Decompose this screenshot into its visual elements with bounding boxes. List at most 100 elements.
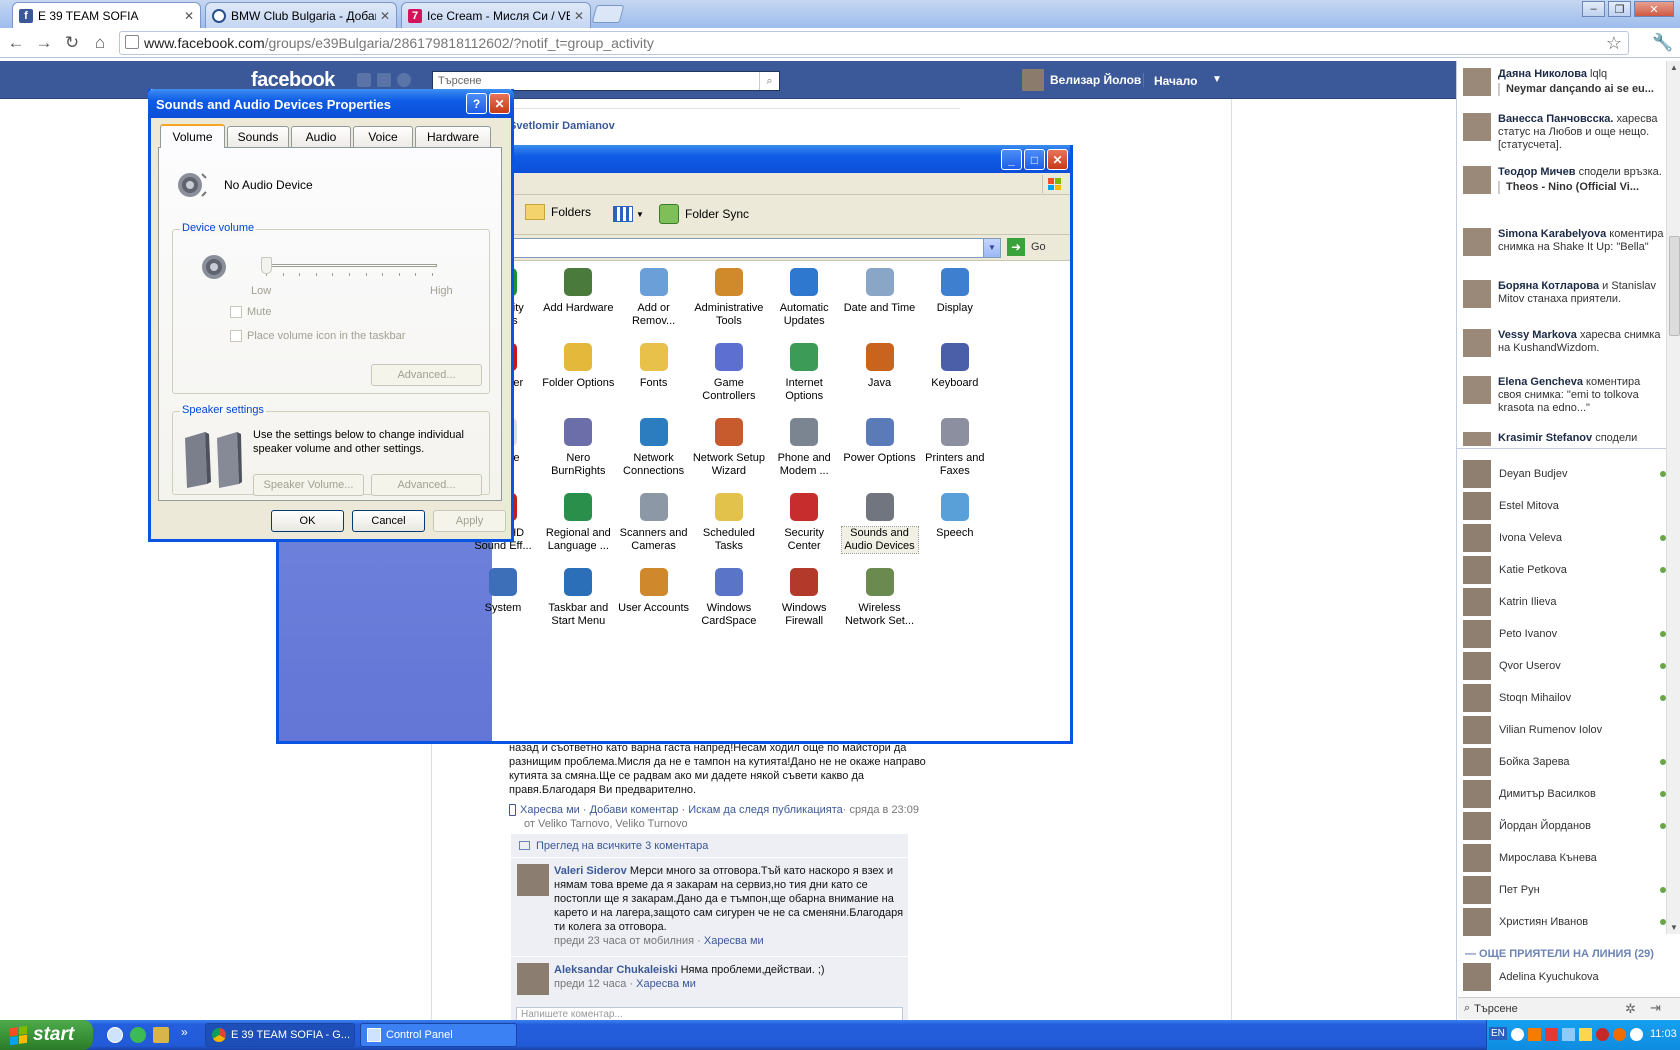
ticker-scrollbar[interactable]: ▲ ▼ bbox=[1666, 61, 1680, 934]
ticker-actor[interactable]: Ванесса Панчовсска. bbox=[1498, 113, 1613, 125]
comment-author[interactable]: Aleksandar Chukaleiski bbox=[554, 964, 678, 976]
tray-icon[interactable] bbox=[1528, 1028, 1541, 1041]
scroll-down-icon[interactable]: ▼ bbox=[1670, 923, 1678, 932]
chat-friend[interactable]: Qvor Userov bbox=[1463, 651, 1666, 681]
chat-friend[interactable]: Димитър Василков bbox=[1463, 779, 1666, 809]
chat-search-input[interactable]: ⌕ Търсене ✲ ⇥ bbox=[1458, 997, 1680, 1019]
cp-item[interactable]: Windows CardSpace bbox=[691, 565, 767, 628]
tray-icon[interactable] bbox=[1596, 1028, 1609, 1041]
browser-tab-bmw-club[interactable]: BMW Club Bulgaria - Добави с ✕ bbox=[205, 2, 397, 28]
cp-item[interactable]: System bbox=[465, 565, 541, 615]
avatar[interactable] bbox=[517, 963, 549, 995]
scroll-up-icon[interactable]: ▲ bbox=[1670, 63, 1678, 72]
tray-icon[interactable] bbox=[1562, 1028, 1575, 1041]
chat-friend[interactable]: Бойка Зарева bbox=[1463, 747, 1666, 777]
mute-checkbox[interactable]: Mute bbox=[230, 306, 271, 318]
tray-icon[interactable] bbox=[1545, 1028, 1558, 1041]
tab-volume[interactable]: Volume bbox=[160, 124, 225, 148]
folder-sync-button[interactable]: Folder Sync bbox=[659, 204, 749, 224]
start-button[interactable]: start bbox=[0, 1020, 93, 1050]
close-icon[interactable]: ✕ bbox=[489, 93, 510, 114]
cp-item[interactable]: Display bbox=[917, 265, 993, 315]
cp-item[interactable]: Add Hardware bbox=[540, 265, 616, 315]
volume-slider-thumb[interactable] bbox=[261, 257, 272, 274]
cp-item[interactable]: User Accounts bbox=[616, 565, 692, 615]
popout-chat-icon[interactable]: ⇥ bbox=[1650, 1000, 1661, 1016]
address-bar[interactable]: www.facebook.com/groups/e39Bulgaria/2861… bbox=[119, 31, 1629, 55]
taskbar-item-control-panel[interactable]: Control Panel bbox=[360, 1023, 517, 1047]
ticker-story[interactable]: Elena Gencheva коментира своя снимка: "e… bbox=[1463, 376, 1666, 415]
go-button[interactable]: ➜ Go bbox=[1007, 238, 1046, 256]
ticker-actor[interactable]: Теодор Мичев bbox=[1498, 166, 1576, 178]
ticker-actor[interactable]: Simona Karabelyova bbox=[1498, 228, 1606, 240]
minimize-window-icon[interactable]: – bbox=[1582, 1, 1605, 17]
close-icon[interactable]: ✕ bbox=[1047, 149, 1068, 170]
tray-icon[interactable] bbox=[1613, 1028, 1626, 1041]
cp-item[interactable]: Game Controllers bbox=[691, 340, 767, 403]
help-icon[interactable]: ? bbox=[466, 93, 487, 114]
ticker-story[interactable]: Теодор Мичев сподели връзка. Theos - Nino… bbox=[1463, 166, 1666, 194]
app-quicklaunch-icon[interactable] bbox=[153, 1027, 169, 1043]
advanced-speaker-button[interactable]: Advanced... bbox=[371, 474, 482, 496]
cp-item[interactable]: Power Options bbox=[842, 415, 918, 465]
cp-item[interactable]: Wireless Network Set... bbox=[842, 565, 918, 628]
chat-friend[interactable]: Deyan Budjev bbox=[1463, 459, 1666, 489]
forward-arrow-icon[interactable]: → bbox=[33, 33, 55, 53]
close-window-icon[interactable]: ✕ bbox=[1634, 1, 1674, 17]
ok-button[interactable]: OK bbox=[271, 510, 344, 532]
messages-icon[interactable] bbox=[377, 73, 391, 87]
cp-item[interactable]: Add or Remov... bbox=[616, 265, 692, 328]
cancel-button[interactable]: Cancel bbox=[352, 510, 425, 532]
ticker-story[interactable]: Simona Karabelyova коментира снимка на S… bbox=[1463, 228, 1666, 256]
gear-icon[interactable]: ✲ bbox=[1625, 1001, 1636, 1017]
comment-like-link[interactable]: Харесва ми bbox=[636, 978, 696, 990]
browser-tab-e39-team[interactable]: f E 39 TEAM SOFIA ✕ bbox=[12, 2, 201, 29]
comment-author[interactable]: Valeri Siderov bbox=[554, 865, 627, 877]
tab-sounds[interactable]: Sounds bbox=[227, 126, 289, 147]
search-icon[interactable]: ⌕ bbox=[759, 72, 779, 90]
tab-voice[interactable]: Voice bbox=[353, 126, 413, 147]
cp-item[interactable]: Date and Time bbox=[842, 265, 918, 315]
cp-item[interactable]: Phone and Modem ... bbox=[766, 415, 842, 478]
cp-item[interactable]: Scanners and Cameras bbox=[616, 490, 692, 553]
tab-hardware[interactable]: Hardware bbox=[415, 126, 491, 147]
cp-item[interactable]: Automatic Updates bbox=[766, 265, 842, 328]
views-button[interactable]: ▼ bbox=[613, 202, 649, 226]
quicklaunch-expand-icon[interactable]: » bbox=[181, 1025, 188, 1039]
folders-button[interactable]: Folders bbox=[525, 204, 591, 220]
facebook-search-input[interactable]: Търсене ⌕ bbox=[432, 71, 780, 91]
apply-button[interactable]: Apply bbox=[433, 510, 506, 532]
browser-quicklaunch-icon[interactable] bbox=[107, 1027, 123, 1043]
advanced-volume-button[interactable]: Advanced... bbox=[371, 364, 482, 386]
notifications-icon[interactable] bbox=[397, 73, 411, 87]
chat-friend[interactable]: Katie Petkova bbox=[1463, 555, 1666, 585]
ticker-attachment[interactable]: Neymar dançando ai se eu... bbox=[1498, 83, 1666, 96]
comment-like-link[interactable]: Харесва ми bbox=[704, 935, 764, 947]
cp-item[interactable]: Printers and Faxes bbox=[917, 415, 993, 478]
chat-friend[interactable]: Йордан Йорданов bbox=[1463, 811, 1666, 841]
home-link[interactable]: Начало bbox=[1154, 74, 1197, 88]
tab-close-icon[interactable]: ✕ bbox=[380, 9, 390, 23]
volume-slider[interactable] bbox=[261, 255, 437, 277]
messenger-quicklaunch-icon[interactable] bbox=[130, 1027, 146, 1043]
chat-friend[interactable]: Katrin Ilieva bbox=[1463, 587, 1666, 617]
back-arrow-icon[interactable]: ← bbox=[5, 33, 27, 53]
scrollbar-thumb[interactable] bbox=[1669, 236, 1680, 336]
cp-item[interactable]: Network Setup Wizard bbox=[691, 415, 767, 478]
ticker-actor[interactable]: Vessy Markova bbox=[1498, 329, 1577, 341]
chat-friend[interactable]: Estel Mitova bbox=[1463, 491, 1666, 521]
minimize-icon[interactable]: _ bbox=[1001, 149, 1022, 170]
restore-window-icon[interactable]: ❐ bbox=[1608, 1, 1631, 17]
speaker-volume-button[interactable]: Speaker Volume... bbox=[253, 474, 364, 496]
post-author[interactable]: Svetlomir Damianov bbox=[509, 120, 615, 132]
ticker-story[interactable]: Vessy Markova харесва снимка на KushandW… bbox=[1463, 329, 1666, 357]
chat-friend[interactable]: Християн Иванов bbox=[1463, 907, 1666, 937]
ticker-actor[interactable]: Боряна Котларова bbox=[1498, 280, 1599, 292]
cp-item[interactable]: Speech bbox=[917, 490, 993, 540]
cp-item[interactable]: Scheduled Tasks bbox=[691, 490, 767, 553]
more-friends-online[interactable]: — ОЩЕ ПРИЯТЕЛИ НА ЛИНИЯ (29) bbox=[1465, 948, 1654, 960]
chat-friend[interactable]: Stoqn Mihailov bbox=[1463, 683, 1666, 713]
clock[interactable]: 11:03 bbox=[1650, 1028, 1677, 1040]
cp-item[interactable]: Nero BurnRights bbox=[540, 415, 616, 478]
ticker-actor[interactable]: Krasimir Stefanov bbox=[1498, 432, 1592, 444]
